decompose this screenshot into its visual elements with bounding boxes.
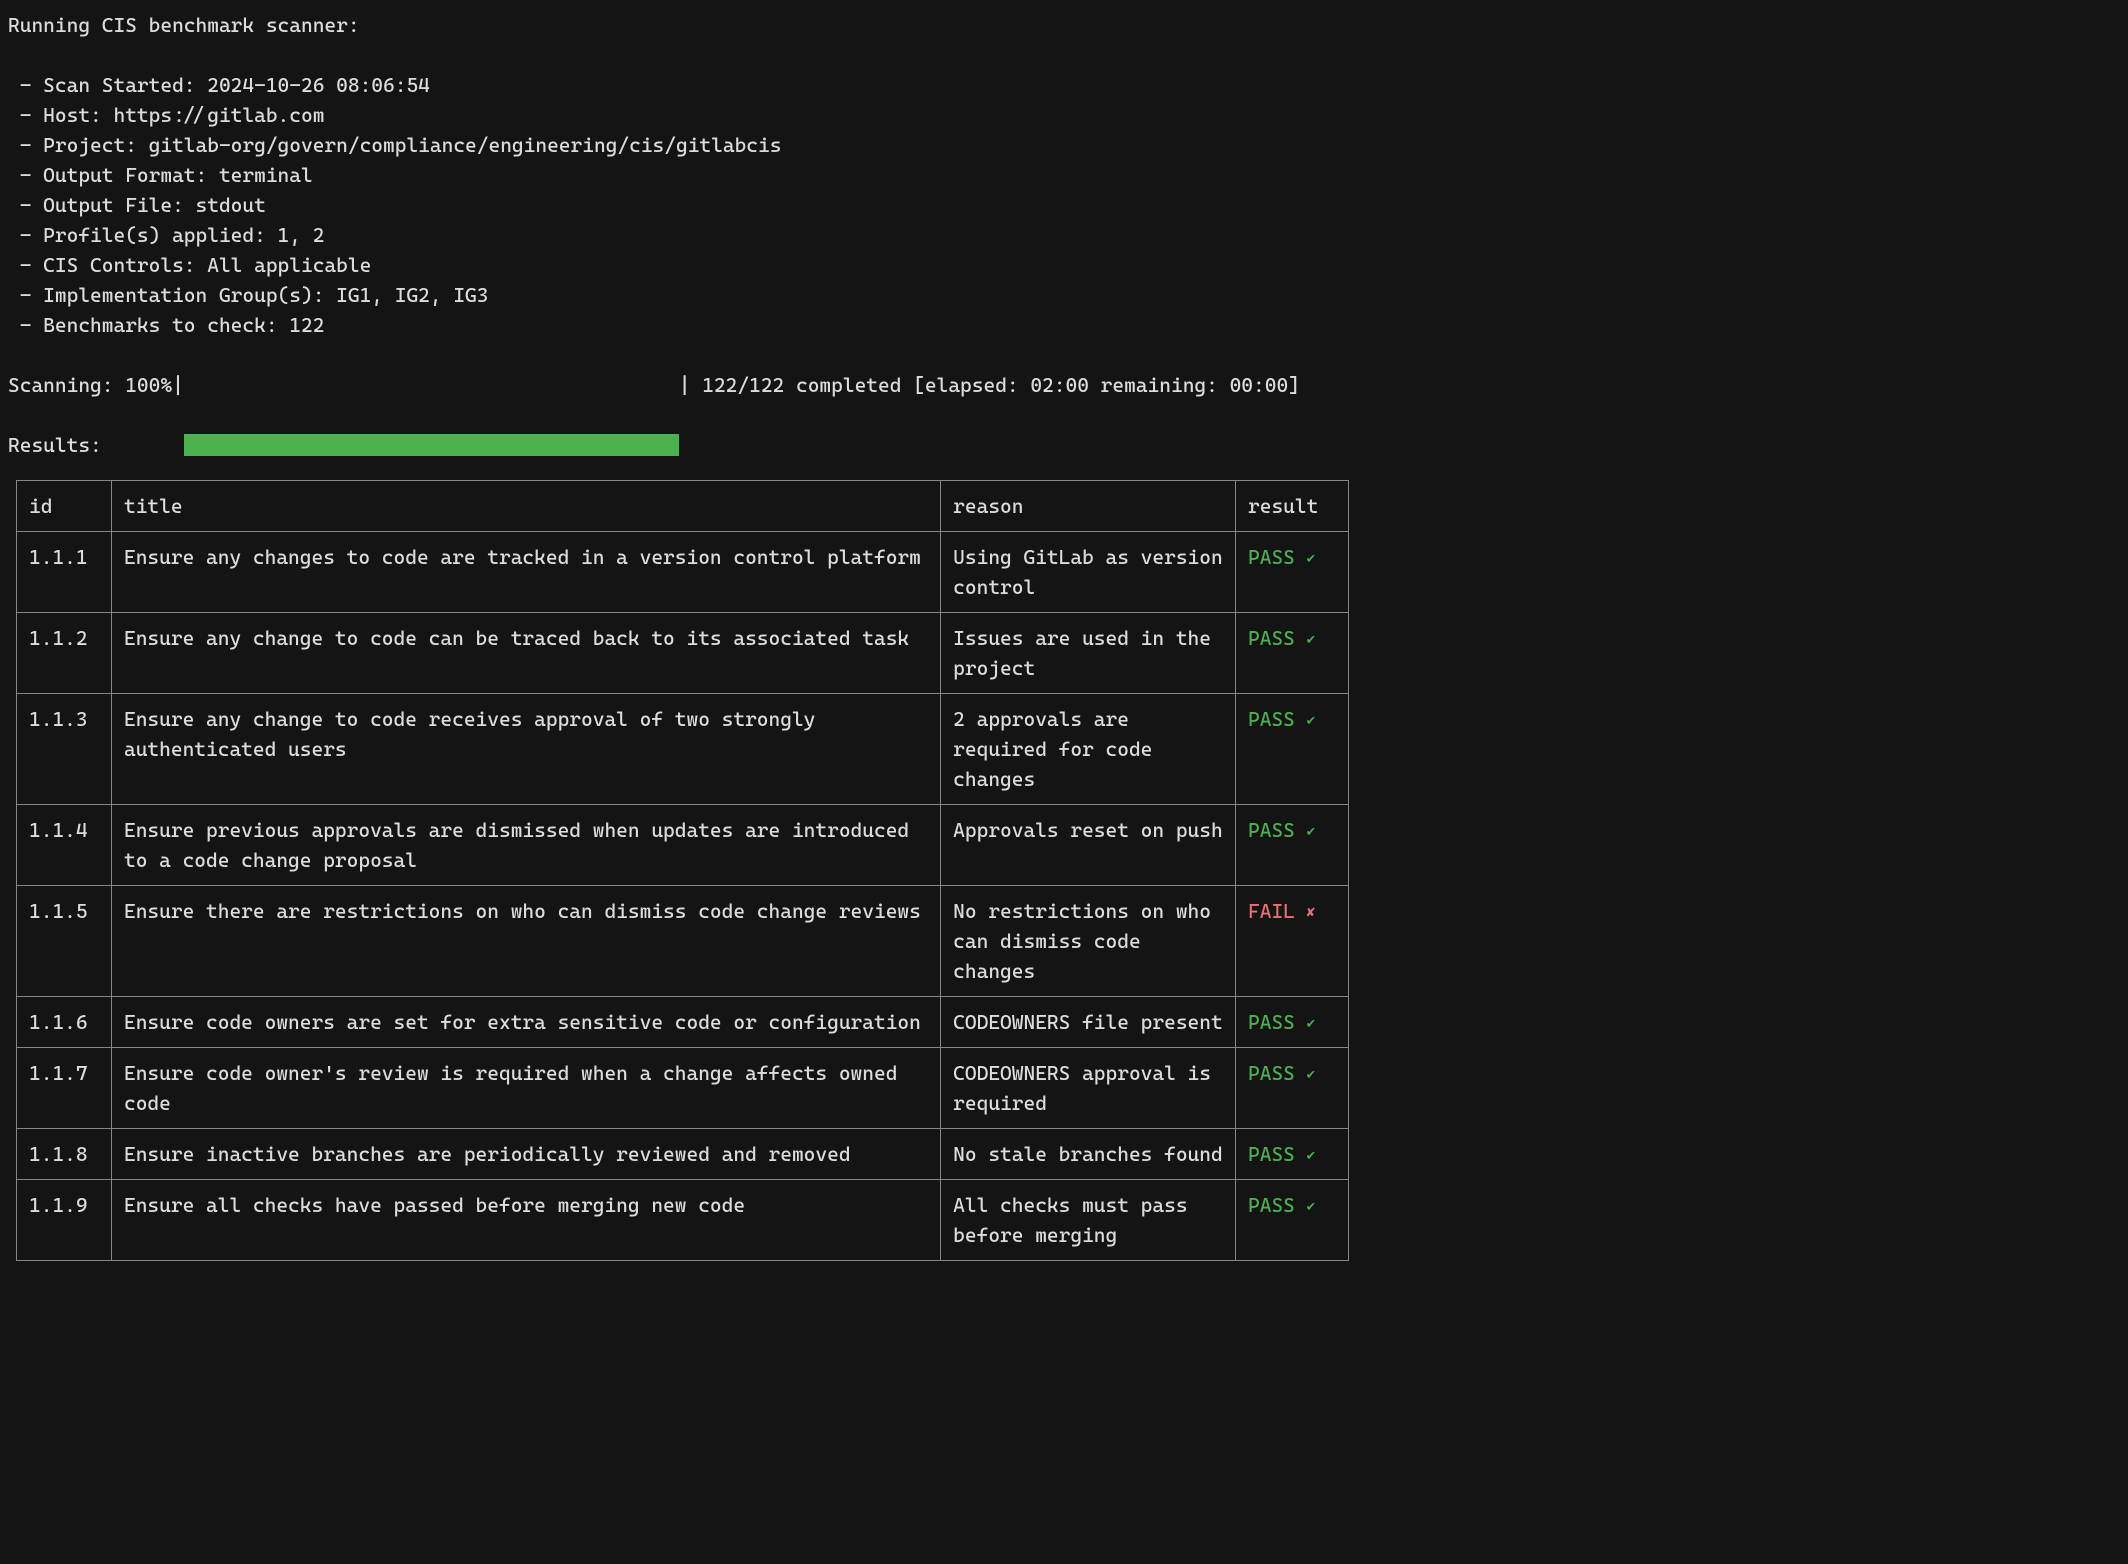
table-row: 1.1.1Ensure any changes to code are trac… <box>17 532 1349 613</box>
cell-result: PASS ✔ <box>1236 1129 1349 1180</box>
cell-reason: Issues are used in the project <box>941 613 1236 694</box>
cell-id: 1.1.6 <box>17 997 112 1048</box>
result-text: PASS <box>1248 1061 1307 1085</box>
cell-title: Ensure there are restrictions on who can… <box>111 886 940 997</box>
cell-title: Ensure code owner's review is required w… <box>111 1048 940 1129</box>
cell-reason: 2 approvals are required for code change… <box>941 694 1236 805</box>
header-id: id <box>17 481 112 532</box>
check-icon: ✔ <box>1307 1198 1315 1214</box>
check-icon: ✔ <box>1307 1066 1315 1082</box>
cell-result: FAIL ✘ <box>1236 886 1349 997</box>
table-row: 1.1.6Ensure code owners are set for extr… <box>17 997 1349 1048</box>
header-line: - CIS Controls: All applicable <box>8 250 2120 280</box>
progress-bar <box>184 374 679 396</box>
cell-id: 1.1.9 <box>17 1180 112 1261</box>
header-line: - Implementation Group(s): IG1, IG2, IG3 <box>8 280 2120 310</box>
header-result: result <box>1236 481 1349 532</box>
cell-reason: No stale branches found <box>941 1129 1236 1180</box>
header-line: - Benchmarks to check: 122 <box>8 310 2120 340</box>
cell-reason: All checks must pass before merging <box>941 1180 1236 1261</box>
cell-reason: CODEOWNERS file present <box>941 997 1236 1048</box>
check-icon: ✔ <box>1307 631 1315 647</box>
cell-id: 1.1.5 <box>17 886 112 997</box>
result-text: PASS <box>1248 626 1307 650</box>
result-text: PASS <box>1248 707 1307 731</box>
result-text: PASS <box>1248 1010 1307 1034</box>
table-row: 1.1.2Ensure any change to code can be tr… <box>17 613 1349 694</box>
cell-id: 1.1.4 <box>17 805 112 886</box>
table-row: 1.1.5Ensure there are restrictions on wh… <box>17 886 1349 997</box>
cell-title: Ensure any change to code receives appro… <box>111 694 940 805</box>
cell-title: Ensure previous approvals are dismissed … <box>111 805 940 886</box>
header-line: - Host: https://gitlab.com <box>8 100 2120 130</box>
header-line: - Project: gitlab-org/govern/compliance/… <box>8 130 2120 160</box>
cell-reason: CODEOWNERS approval is required <box>941 1048 1236 1129</box>
header-line: - Output Format: terminal <box>8 160 2120 190</box>
cell-title: Ensure any change to code can be traced … <box>111 613 940 694</box>
check-icon: ✔ <box>1307 712 1315 728</box>
table-row: 1.1.3Ensure any change to code receives … <box>17 694 1349 805</box>
cell-title: Ensure code owners are set for extra sen… <box>111 997 940 1048</box>
result-text: PASS <box>1248 545 1307 569</box>
check-icon: ✔ <box>1307 1015 1315 1031</box>
scanner-header: Running CIS benchmark scanner: - Scan St… <box>8 10 2120 340</box>
cell-id: 1.1.3 <box>17 694 112 805</box>
result-text: PASS <box>1248 818 1307 842</box>
check-icon: ✔ <box>1307 1147 1315 1163</box>
cell-id: 1.1.2 <box>17 613 112 694</box>
header-line: - Profile(s) applied: 1, 2 <box>8 220 2120 250</box>
progress-suffix: | 122/122 completed [elapsed: 02:00 rema… <box>679 370 1300 400</box>
cell-title: Ensure all checks have passed before mer… <box>111 1180 940 1261</box>
table-row: 1.1.4Ensure previous approvals are dismi… <box>17 805 1349 886</box>
cell-id: 1.1.1 <box>17 532 112 613</box>
cross-icon: ✘ <box>1307 904 1315 920</box>
result-text: PASS <box>1248 1142 1307 1166</box>
cell-reason: Approvals reset on push <box>941 805 1236 886</box>
check-icon: ✔ <box>1307 550 1315 566</box>
cell-reason: Using GitLab as version control <box>941 532 1236 613</box>
progress-line: Scanning: 100%| | 122/122 completed [ela… <box>8 370 2120 400</box>
cell-result: PASS ✔ <box>1236 613 1349 694</box>
header-line: - Scan Started: 2024-10-26 08:06:54 <box>8 70 2120 100</box>
cell-result: PASS ✔ <box>1236 1048 1349 1129</box>
cell-result: PASS ✔ <box>1236 997 1349 1048</box>
table-row: 1.1.9Ensure all checks have passed befor… <box>17 1180 1349 1261</box>
cell-reason: No restrictions on who can dismiss code … <box>941 886 1236 997</box>
cell-title: Ensure any changes to code are tracked i… <box>111 532 940 613</box>
cell-result: PASS ✔ <box>1236 1180 1349 1261</box>
progress-prefix: Scanning: 100%| <box>8 370 184 400</box>
check-icon: ✔ <box>1307 823 1315 839</box>
cell-title: Ensure inactive branches are periodicall… <box>111 1129 940 1180</box>
table-row: 1.1.8Ensure inactive branches are period… <box>17 1129 1349 1180</box>
cell-id: 1.1.7 <box>17 1048 112 1129</box>
cell-result: PASS ✔ <box>1236 694 1349 805</box>
scanner-title: Running CIS benchmark scanner: <box>8 10 2120 40</box>
progress-bar-fill <box>184 434 679 456</box>
header-reason: reason <box>941 481 1236 532</box>
result-text: PASS <box>1248 1193 1307 1217</box>
header-line: - Output File: stdout <box>8 190 2120 220</box>
cell-result: PASS ✔ <box>1236 532 1349 613</box>
cell-id: 1.1.8 <box>17 1129 112 1180</box>
table-row: 1.1.7Ensure code owner's review is requi… <box>17 1048 1349 1129</box>
cell-result: PASS ✔ <box>1236 805 1349 886</box>
results-table: id title reason result 1.1.1Ensure any c… <box>16 480 1349 1261</box>
result-text: FAIL <box>1248 899 1307 923</box>
